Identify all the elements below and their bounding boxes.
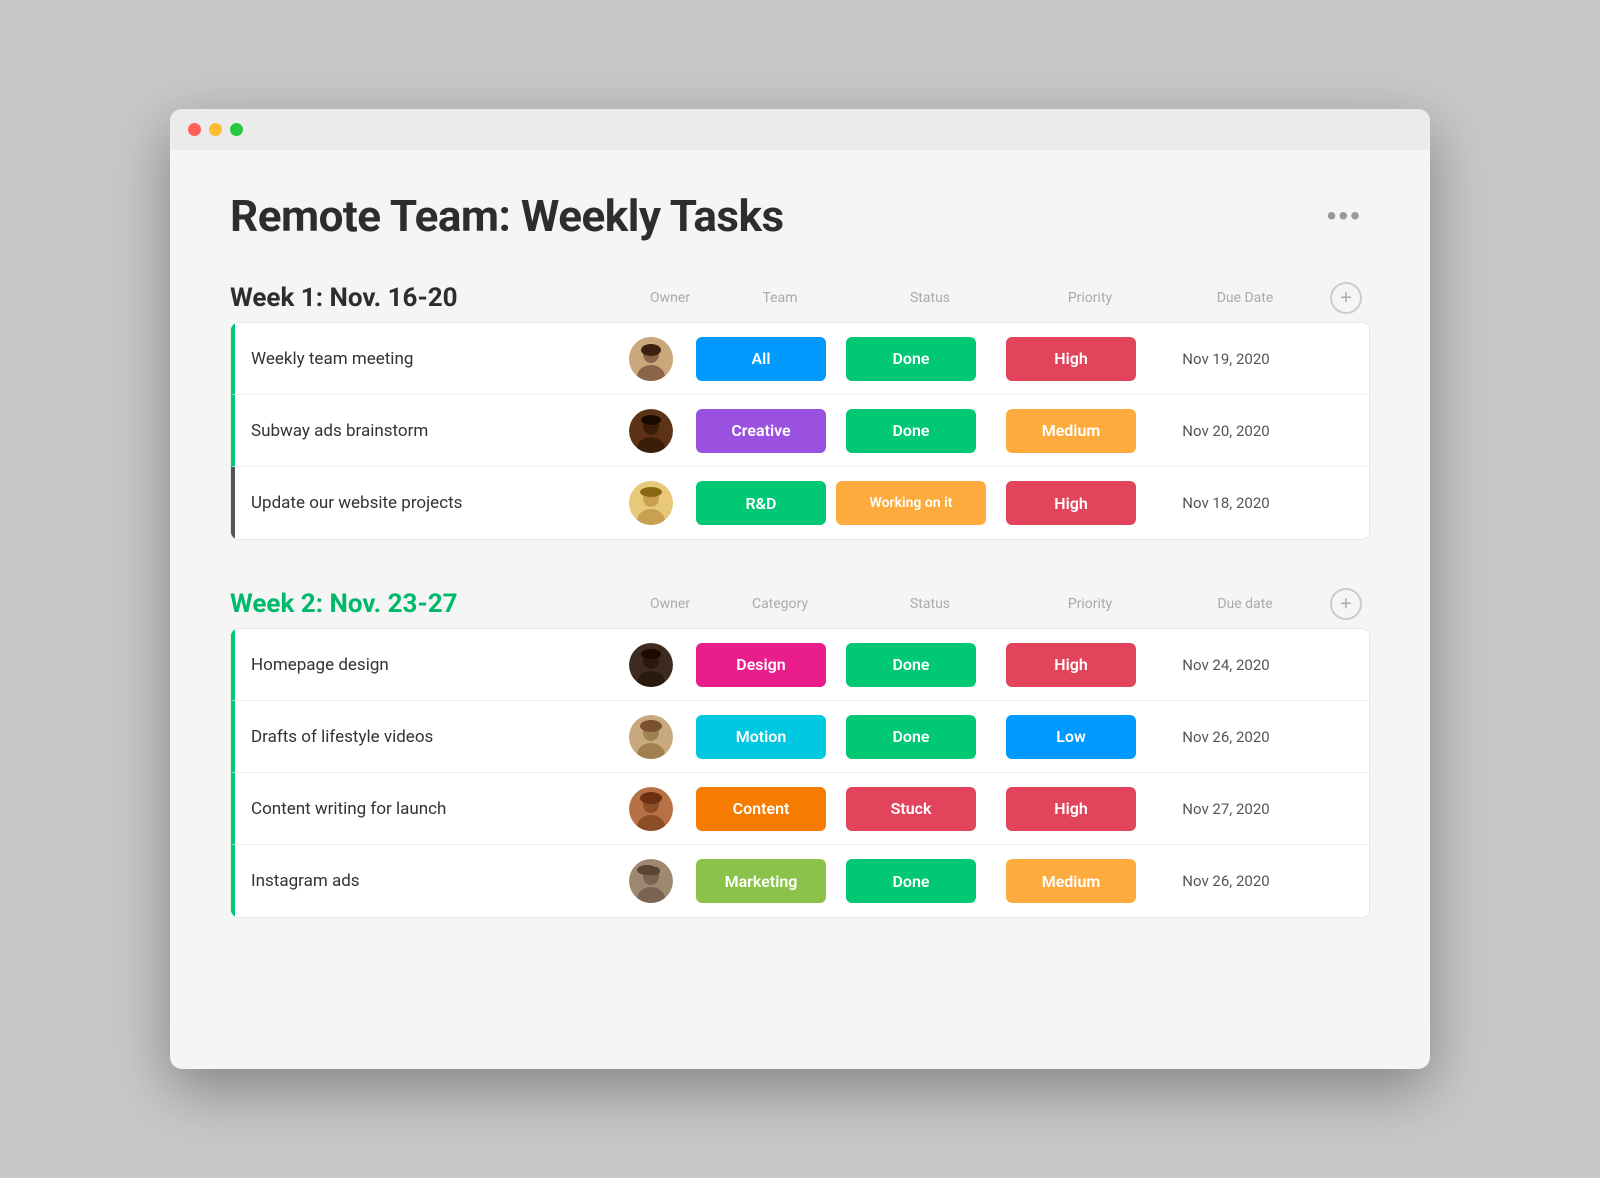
- table-row[interactable]: Weekly team meeting: [231, 323, 1369, 395]
- due-date: Nov 18, 2020: [1151, 494, 1301, 512]
- col-header-status-w1: Status: [850, 290, 1010, 306]
- task-name: Instagram ads: [251, 855, 591, 907]
- week2-header-area: Week 2: Nov. 23-27 Owner Category Status: [230, 588, 1370, 620]
- avatar: [611, 481, 691, 525]
- minimize-dot[interactable]: [209, 123, 222, 136]
- table-row[interactable]: Instagram ads: [231, 845, 1369, 917]
- col-header-priority-w1: Priority: [1010, 290, 1170, 306]
- titlebar: [170, 109, 1430, 150]
- col-header-category-w2: Category: [710, 596, 850, 612]
- priority-badge: High: [1006, 337, 1136, 381]
- add-column-button-w2[interactable]: +: [1330, 588, 1362, 620]
- due-date: Nov 26, 2020: [1151, 728, 1301, 746]
- week1-title: Week 1: Nov. 16-20: [230, 283, 458, 313]
- avatar: [611, 337, 691, 381]
- task-name: Drafts of lifestyle videos: [251, 711, 591, 763]
- priority-badge: Medium: [1006, 859, 1136, 903]
- due-date: Nov 19, 2020: [1151, 350, 1301, 368]
- avatar-img: [629, 643, 673, 687]
- status-badge: Done: [846, 337, 976, 381]
- priority-badge: High: [1006, 481, 1136, 525]
- table-row[interactable]: Update our website projects: [231, 467, 1369, 539]
- priority-badge: High: [1006, 787, 1136, 831]
- avatar-img: [629, 715, 673, 759]
- category-badge: Marketing: [696, 859, 826, 903]
- team-badge: R&D: [696, 481, 826, 525]
- week1-section: Week 1: Nov. 16-20 Owner Team Status: [230, 282, 1370, 540]
- more-options-button[interactable]: •••: [1319, 196, 1370, 236]
- page-header: Remote Team: Weekly Tasks •••: [230, 190, 1370, 242]
- status-badge: Done: [846, 715, 976, 759]
- due-date: Nov 26, 2020: [1151, 872, 1301, 890]
- task-cols: All Done High Nov 19, 2020: [611, 337, 1369, 381]
- avatar: [611, 859, 691, 903]
- table-row[interactable]: Content writing for launch: [231, 773, 1369, 845]
- week2-col-headers: Owner Category Status Priority Due date: [630, 588, 1370, 620]
- category-badge: Motion: [696, 715, 826, 759]
- task-name: Subway ads brainstorm: [251, 405, 591, 457]
- status-badge: Working on it: [836, 481, 986, 525]
- avatar-img: [629, 787, 673, 831]
- table-row[interactable]: Drafts of lifestyle videos: [231, 701, 1369, 773]
- task-cols: R&D Working on it High Nov 18, 2020: [611, 481, 1369, 525]
- col-header-date-w1: Due Date: [1170, 290, 1320, 306]
- due-date: Nov 27, 2020: [1151, 800, 1301, 818]
- add-column-button-w1[interactable]: +: [1330, 282, 1362, 314]
- team-badge: Creative: [696, 409, 826, 453]
- page-title: Remote Team: Weekly Tasks: [230, 190, 784, 242]
- week1-col-headers: Owner Team Status Priority Due Date: [630, 282, 1370, 314]
- table-row[interactable]: Subway ads brainstorm: [231, 395, 1369, 467]
- avatar: [611, 409, 691, 453]
- close-dot[interactable]: [188, 123, 201, 136]
- status-badge: Done: [846, 409, 976, 453]
- avatar-img: [629, 859, 673, 903]
- task-cols: Motion Done Low Nov 26, 2020: [611, 715, 1369, 759]
- category-badge: Content: [696, 787, 826, 831]
- col-header-team-w1: Team: [710, 290, 850, 306]
- priority-badge: Medium: [1006, 409, 1136, 453]
- priority-badge: Low: [1006, 715, 1136, 759]
- due-date: Nov 24, 2020: [1151, 656, 1301, 674]
- task-name: Update our website projects: [251, 477, 591, 529]
- col-header-owner-w2: Owner: [630, 596, 710, 612]
- status-badge: Stuck: [846, 787, 976, 831]
- task-name: Weekly team meeting: [251, 333, 591, 385]
- avatar: [611, 787, 691, 831]
- app-window: Remote Team: Weekly Tasks ••• Week 1: No…: [170, 109, 1430, 1069]
- task-cols: Design Done High Nov 24, 2020: [611, 643, 1369, 687]
- week1-rows: Weekly team meeting: [230, 322, 1370, 540]
- maximize-dot[interactable]: [230, 123, 243, 136]
- task-cols: Marketing Done Medium Nov 26, 2020: [611, 859, 1369, 903]
- table-row[interactable]: Homepage design: [231, 629, 1369, 701]
- task-cols: Creative Done Medium Nov 20, 2020: [611, 409, 1369, 453]
- task-name: Homepage design: [251, 639, 591, 691]
- avatar: [611, 643, 691, 687]
- avatar-img: [629, 481, 673, 525]
- task-cols: Content Stuck High Nov 27, 2020: [611, 787, 1369, 831]
- status-badge: Done: [846, 859, 976, 903]
- status-badge: Done: [846, 643, 976, 687]
- avatar-img: [629, 409, 673, 453]
- col-header-owner-w1: Owner: [630, 290, 710, 306]
- main-content: Remote Team: Weekly Tasks ••• Week 1: No…: [170, 150, 1430, 1026]
- priority-badge: High: [1006, 643, 1136, 687]
- category-badge: Design: [696, 643, 826, 687]
- week2-rows: Homepage design: [230, 628, 1370, 918]
- due-date: Nov 20, 2020: [1151, 422, 1301, 440]
- col-header-date-w2: Due date: [1170, 596, 1320, 612]
- week2-title: Week 2: Nov. 23-27: [230, 589, 458, 619]
- week2-section: Week 2: Nov. 23-27 Owner Category Status: [230, 588, 1370, 918]
- avatar-img: [629, 337, 673, 381]
- col-header-priority-w2: Priority: [1010, 596, 1170, 612]
- avatar: [611, 715, 691, 759]
- team-badge: All: [696, 337, 826, 381]
- week1-header-area: Week 1: Nov. 16-20 Owner Team Status: [230, 282, 1370, 314]
- task-name: Content writing for launch: [251, 783, 591, 835]
- col-header-status-w2: Status: [850, 596, 1010, 612]
